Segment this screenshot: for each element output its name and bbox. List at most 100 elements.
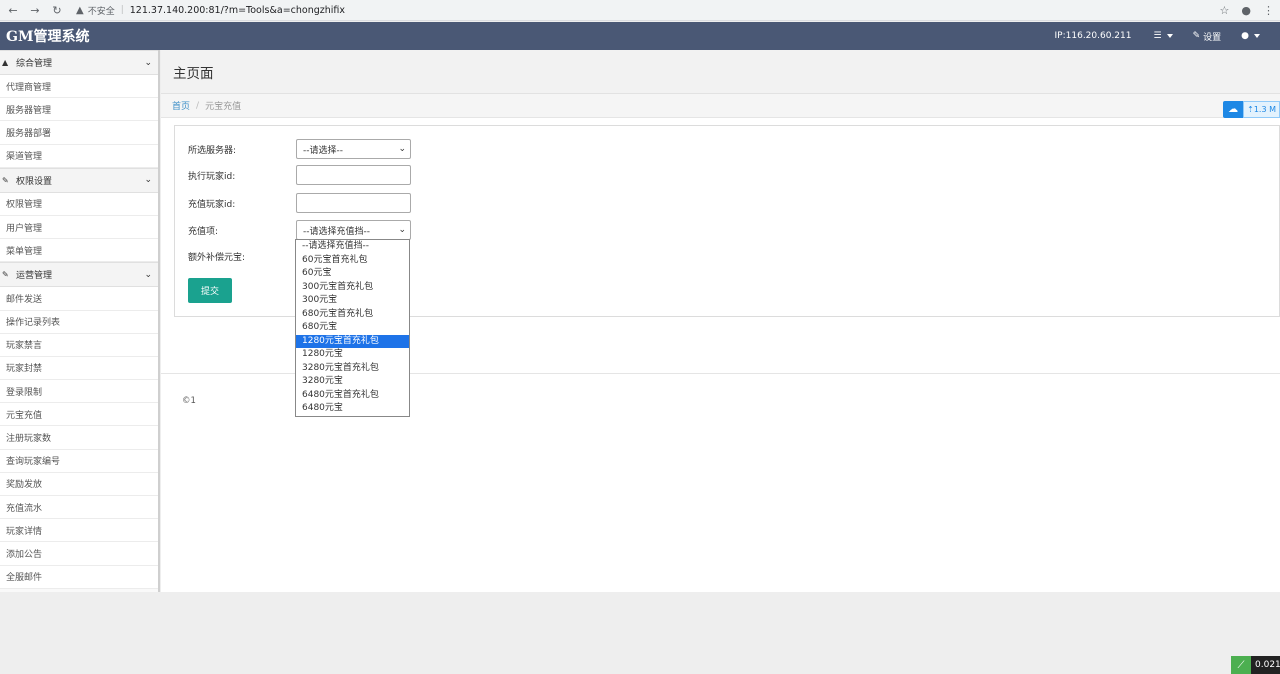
users-icon: ▲	[2, 58, 9, 67]
forward-icon[interactable]: →	[26, 4, 44, 17]
sidebar-item-user[interactable]: 用户管理	[0, 215, 158, 240]
recharge-item-dropdown[interactable]: --请选择充值挡-- 60元宝首充礼包 60元宝 300元宝首充礼包 300元宝…	[295, 239, 410, 417]
submit-button[interactable]: 提交	[188, 278, 232, 303]
recharge-item-select[interactable]: --请选择充值挡-- ⌄	[296, 220, 411, 240]
server-select[interactable]: --请选择-- ⌄	[296, 139, 411, 159]
list-icon: ☰	[1153, 31, 1162, 41]
dropdown-option[interactable]: 1280元宝	[296, 348, 409, 362]
sidebar-item-channel[interactable]: 渠道管理	[0, 144, 158, 168]
user-icon: ●	[1241, 31, 1249, 41]
top-navbar: GM管理系统 IP:116.20.60.211 ☰ ✎ 设置 ●	[0, 22, 1280, 50]
sidebar-item-mute[interactable]: 玩家禁言	[0, 333, 158, 357]
cloud-speed-widget[interactable]: ☁ ⇡ 1.3 M	[1223, 101, 1280, 118]
executor-id-input[interactable]	[296, 165, 411, 185]
sidebar-group-permissions[interactable]: ✎ 权限设置 ⌄	[0, 167, 158, 193]
sidebar-item-recharge[interactable]: 元宝充值	[0, 403, 158, 427]
server-label: 所选服务器:	[188, 145, 237, 156]
profile-icon[interactable]: ●	[1241, 4, 1251, 17]
sidebar-group-title: 运营管理	[16, 271, 53, 282]
sidebar-item-op-log[interactable]: 操作记录列表	[0, 310, 158, 334]
sidebar-item-server-mail[interactable]: 全服邮件	[0, 565, 158, 589]
footer-copyright: ©1	[182, 396, 196, 406]
breadcrumb-current: 元宝充值	[205, 102, 242, 112]
brand-title[interactable]: GM管理系统	[6, 26, 89, 46]
reload-icon[interactable]: ↻	[48, 4, 66, 17]
dropdown-option[interactable]: 6480元宝	[296, 402, 409, 416]
browser-actions: ☆ ● ⋮	[1220, 4, 1280, 17]
address-bar[interactable]: 121.37.140.200:81/?m=Tools&a=chongzhifix	[130, 5, 345, 16]
recharge-player-id-input[interactable]	[296, 193, 411, 213]
sidebar-item-deploy[interactable]: 服务器部署	[0, 121, 158, 145]
settings-label: 设置	[1203, 32, 1222, 43]
list-menu-button[interactable]: ☰	[1154, 31, 1173, 41]
dropdown-option[interactable]: 60元宝	[296, 267, 409, 281]
breadcrumb-separator: /	[196, 100, 200, 111]
chevron-down-icon: ⌄	[144, 175, 152, 186]
ip-address: IP:116.20.60.211	[1054, 31, 1132, 41]
breadcrumb-home-link[interactable]: 首页	[172, 99, 190, 112]
sidebar-item-player-details[interactable]: 玩家详情	[0, 519, 158, 543]
sidebar-item-announcement[interactable]: 添加公告	[0, 542, 158, 566]
bookmark-star-icon[interactable]: ☆	[1220, 4, 1230, 17]
sidebar-item-login-limit[interactable]: 登录限制	[0, 380, 158, 404]
sidebar-group-operations[interactable]: ✎ 运营管理 ⌄	[0, 262, 158, 288]
dropdown-option[interactable]: 3280元宝首充礼包	[296, 362, 409, 376]
warning-icon[interactable]: ▲	[76, 5, 84, 16]
sidebar-item-ban[interactable]: 玩家封禁	[0, 356, 158, 381]
form-row-extra: 额外补偿元宝:	[188, 250, 296, 263]
user-menu-button[interactable]: ●	[1241, 31, 1260, 41]
sidebar-item-server[interactable]: 服务器管理	[0, 98, 158, 122]
sidebar-item-permission[interactable]: 权限管理	[0, 192, 158, 216]
dropdown-option[interactable]: 300元宝首充礼包	[296, 281, 409, 295]
wrench-icon: ✎	[1192, 31, 1201, 41]
page-title: 主页面	[173, 65, 214, 82]
sidebar-item-mail[interactable]: 邮件发送	[0, 287, 158, 311]
sidebar-group-title: 综合管理	[16, 59, 53, 69]
caret-down-icon	[1166, 34, 1173, 38]
chevron-down-icon: ⌄	[398, 225, 406, 235]
taskbar-value: 0.021	[1251, 656, 1280, 674]
sidebar-item-menu[interactable]: 菜单管理	[0, 239, 158, 263]
dropdown-option[interactable]: 3280元宝	[296, 375, 409, 389]
form-row-recharge-item: 充值项: --请选择充值挡-- ⌄	[188, 220, 411, 240]
upload-speed: ⇡ 1.3 M	[1243, 101, 1280, 118]
settings-button[interactable]: ✎ 设置	[1193, 30, 1222, 43]
sidebar-group-general[interactable]: ▲ 综合管理 ⌄	[0, 50, 158, 75]
insecure-label[interactable]: 不安全	[88, 4, 115, 17]
dropdown-option[interactable]: --请选择充值挡--	[296, 240, 409, 254]
leaf-icon: ⟋	[1231, 656, 1251, 674]
executor-label: 执行玩家id:	[188, 171, 236, 182]
browser-menu-icon[interactable]: ⋮	[1263, 4, 1274, 17]
dropdown-option[interactable]: 680元宝首充礼包	[296, 308, 409, 322]
navbar-right: IP:116.20.60.211 ☰ ✎ 设置 ●	[1055, 30, 1280, 43]
wrench-icon: ✎	[2, 270, 9, 280]
sidebar-item-registrations[interactable]: 注册玩家数	[0, 426, 158, 450]
chevron-down-icon: ⌄	[144, 57, 152, 68]
wrench-icon: ✎	[2, 175, 9, 185]
caret-down-icon	[1254, 34, 1260, 38]
taskbar-widget[interactable]: ⟋ 0.021	[1231, 656, 1280, 674]
chevron-down-icon: ⌄	[144, 269, 152, 280]
form-row-server: 所选服务器: --请选择-- ⌄	[188, 139, 411, 159]
recharge-player-label: 充值玩家id:	[188, 199, 236, 210]
page-header: 主页面	[161, 50, 1280, 94]
extra-yuanbao-label: 额外补偿元宝:	[188, 253, 246, 263]
dropdown-option[interactable]: 1280元宝首充礼包	[296, 334, 409, 348]
back-icon[interactable]: ←	[4, 4, 22, 17]
chevron-down-icon: ⌄	[398, 144, 406, 154]
sidebar-item-player-lookup[interactable]: 查询玩家编号	[0, 449, 158, 473]
form-row-executor: 执行玩家id:	[188, 165, 411, 185]
dropdown-option[interactable]: 300元宝	[296, 294, 409, 308]
sidebar-item-recharge-flow[interactable]: 充值流水	[0, 496, 158, 520]
sidebar-item-agent[interactable]: 代理商管理	[0, 75, 158, 99]
main-content: 主页面 首页 / 元宝充值 ☁ ⇡ 1.3 M 所选服务器: --请选择-- ⌄ …	[161, 50, 1280, 592]
form-row-recharge-player: 充值玩家id:	[188, 193, 411, 213]
dropdown-option[interactable]: 60元宝首充礼包	[296, 254, 409, 268]
url-separator: |	[120, 5, 124, 15]
sidebar-item-rewards[interactable]: 奖励发放	[0, 472, 158, 496]
sidebar-group-title: 权限设置	[16, 176, 53, 187]
browser-toolbar: ← → ↻ ▲ 不安全 | 121.37.140.200:81/?m=Tools…	[0, 0, 1280, 21]
breadcrumb: 首页 / 元宝充值 ☁ ⇡ 1.3 M	[161, 94, 1280, 118]
dropdown-option[interactable]: 680元宝	[296, 321, 409, 335]
dropdown-option[interactable]: 6480元宝首充礼包	[296, 389, 409, 403]
